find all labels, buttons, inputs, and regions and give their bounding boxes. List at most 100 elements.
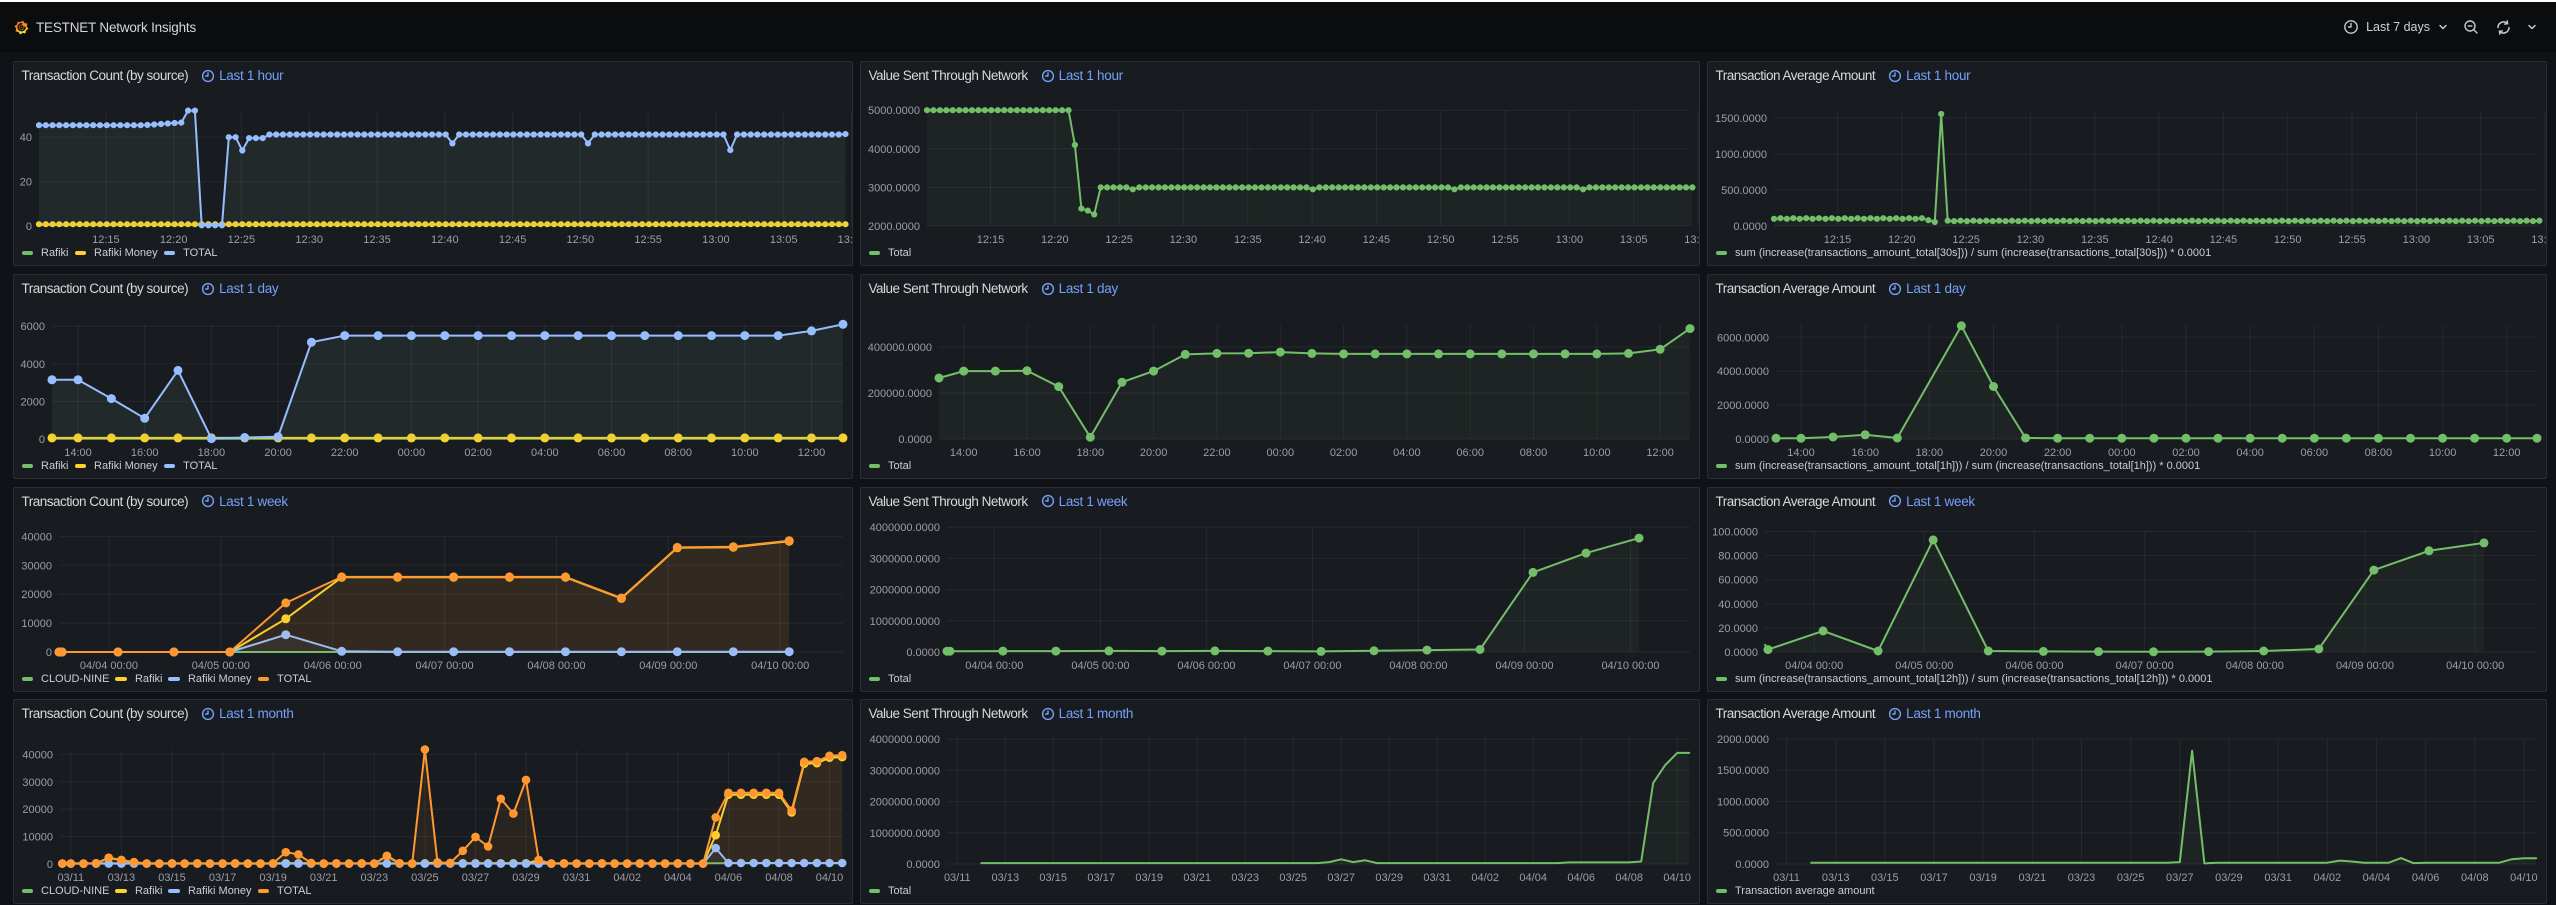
- svg-text:40000: 40000: [22, 750, 53, 762]
- svg-text:12:40: 12:40: [1298, 234, 1326, 246]
- svg-text:04/07 00:00: 04/07 00:00: [415, 660, 473, 672]
- svg-text:03/29: 03/29: [512, 872, 540, 884]
- svg-text:08:00: 08:00: [1519, 447, 1547, 459]
- svg-text:2000.0000: 2000.0000: [868, 221, 920, 233]
- svg-text:03/21: 03/21: [309, 872, 337, 884]
- svg-text:04/10: 04/10: [815, 872, 843, 884]
- svg-text:04/09 00:00: 04/09 00:00: [639, 660, 697, 672]
- svg-text:12:35: 12:35: [2081, 234, 2109, 246]
- svg-text:0.0000: 0.0000: [906, 647, 940, 659]
- svg-text:13:05: 13:05: [2466, 234, 2494, 246]
- svg-text:12:55: 12:55: [2338, 234, 2366, 246]
- svg-text:04/08: 04/08: [2461, 872, 2489, 884]
- svg-text:00:00: 00:00: [2108, 447, 2136, 459]
- svg-text:1000.0000: 1000.0000: [1717, 797, 1769, 809]
- svg-text:04/10 00:00: 04/10 00:00: [1601, 660, 1659, 672]
- svg-text:60.0000: 60.0000: [1718, 574, 1758, 586]
- svg-text:04/06 00:00: 04/06 00:00: [1177, 660, 1235, 672]
- svg-text:13:10: 13:10: [837, 234, 852, 246]
- svg-text:03/19: 03/19: [259, 872, 287, 884]
- svg-text:12:25: 12:25: [1105, 234, 1133, 246]
- svg-text:3000.0000: 3000.0000: [868, 183, 920, 195]
- svg-text:04/02: 04/02: [1471, 872, 1499, 884]
- svg-text:04/06: 04/06: [714, 872, 742, 884]
- svg-text:12:45: 12:45: [2209, 234, 2237, 246]
- svg-text:03/29: 03/29: [1375, 872, 1403, 884]
- svg-text:16:00: 16:00: [130, 447, 158, 459]
- svg-text:13:10: 13:10: [1684, 234, 1700, 246]
- svg-text:12:15: 12:15: [92, 234, 120, 246]
- svg-text:22:00: 22:00: [330, 447, 358, 459]
- svg-text:04/09 00:00: 04/09 00:00: [1495, 660, 1553, 672]
- svg-text:0: 0: [38, 434, 44, 446]
- svg-text:04/08 00:00: 04/08 00:00: [2225, 660, 2283, 672]
- svg-text:03/15: 03/15: [158, 872, 186, 884]
- svg-text:04/05 00:00: 04/05 00:00: [1895, 660, 1953, 672]
- svg-text:13:00: 13:00: [702, 234, 730, 246]
- svg-text:04/08 00:00: 04/08 00:00: [1389, 660, 1447, 672]
- svg-text:20:00: 20:00: [264, 447, 292, 459]
- svg-text:18:00: 18:00: [197, 447, 225, 459]
- svg-text:16:00: 16:00: [1851, 447, 1879, 459]
- svg-text:1500.0000: 1500.0000: [1715, 113, 1767, 125]
- svg-text:20: 20: [19, 177, 31, 189]
- svg-text:12:25: 12:25: [227, 234, 255, 246]
- svg-text:13:05: 13:05: [769, 234, 797, 246]
- svg-text:12:00: 12:00: [2492, 447, 2520, 459]
- svg-text:04/06 00:00: 04/06 00:00: [303, 660, 361, 672]
- svg-text:12:35: 12:35: [1234, 234, 1262, 246]
- svg-text:22:00: 22:00: [1203, 447, 1231, 459]
- svg-text:1500.0000: 1500.0000: [1717, 765, 1769, 777]
- svg-text:03/15: 03/15: [1871, 872, 1899, 884]
- svg-text:20000: 20000: [21, 589, 52, 601]
- svg-text:03/23: 03/23: [360, 872, 388, 884]
- svg-text:03/23: 03/23: [1231, 872, 1259, 884]
- svg-text:04/04: 04/04: [2362, 872, 2390, 884]
- svg-text:03/21: 03/21: [1183, 872, 1211, 884]
- svg-text:12:40: 12:40: [431, 234, 459, 246]
- svg-text:03/27: 03/27: [461, 872, 489, 884]
- svg-text:1000.0000: 1000.0000: [1715, 149, 1767, 161]
- svg-text:200000.0000: 200000.0000: [867, 388, 931, 400]
- svg-text:6000: 6000: [20, 321, 44, 333]
- svg-text:30000: 30000: [21, 560, 52, 572]
- svg-text:12:30: 12:30: [295, 234, 323, 246]
- svg-text:02:00: 02:00: [2172, 447, 2200, 459]
- svg-text:04/04 00:00: 04/04 00:00: [965, 660, 1023, 672]
- svg-text:03/31: 03/31: [2264, 872, 2292, 884]
- svg-text:16:00: 16:00: [1013, 447, 1041, 459]
- svg-text:12:50: 12:50: [566, 234, 594, 246]
- svg-text:03/13: 03/13: [1821, 872, 1849, 884]
- svg-text:4000: 4000: [20, 359, 44, 371]
- svg-text:03/25: 03/25: [2116, 872, 2144, 884]
- svg-text:04/06 00:00: 04/06 00:00: [2005, 660, 2063, 672]
- svg-text:12:50: 12:50: [2273, 234, 2301, 246]
- svg-text:04:00: 04:00: [531, 447, 559, 459]
- svg-text:2000: 2000: [20, 396, 44, 408]
- svg-text:13:00: 13:00: [1555, 234, 1583, 246]
- svg-text:4000000.0000: 4000000.0000: [869, 522, 939, 534]
- svg-text:4000.0000: 4000.0000: [1717, 366, 1769, 378]
- svg-text:12:30: 12:30: [1169, 234, 1197, 246]
- svg-text:04/05 00:00: 04/05 00:00: [1071, 660, 1129, 672]
- svg-text:03/27: 03/27: [2166, 872, 2194, 884]
- svg-text:02:00: 02:00: [464, 447, 492, 459]
- svg-text:12:55: 12:55: [1491, 234, 1519, 246]
- svg-text:04/07 00:00: 04/07 00:00: [2115, 660, 2173, 672]
- svg-text:04/09 00:00: 04/09 00:00: [2335, 660, 2393, 672]
- svg-text:03/13: 03/13: [107, 872, 135, 884]
- svg-text:04/02: 04/02: [613, 872, 641, 884]
- svg-text:04/06: 04/06: [1567, 872, 1595, 884]
- svg-text:1000000.0000: 1000000.0000: [869, 828, 939, 840]
- svg-text:03/11: 03/11: [943, 872, 970, 884]
- svg-text:12:45: 12:45: [1362, 234, 1390, 246]
- svg-text:3000000.0000: 3000000.0000: [869, 766, 939, 778]
- svg-text:0: 0: [45, 647, 51, 659]
- svg-text:10:00: 10:00: [2428, 447, 2456, 459]
- svg-text:2000000.0000: 2000000.0000: [869, 584, 939, 596]
- svg-text:04/08: 04/08: [1615, 872, 1643, 884]
- svg-text:03/31: 03/31: [562, 872, 590, 884]
- svg-text:06:00: 06:00: [597, 447, 625, 459]
- svg-text:03/11: 03/11: [57, 872, 84, 884]
- svg-text:10:00: 10:00: [731, 447, 759, 459]
